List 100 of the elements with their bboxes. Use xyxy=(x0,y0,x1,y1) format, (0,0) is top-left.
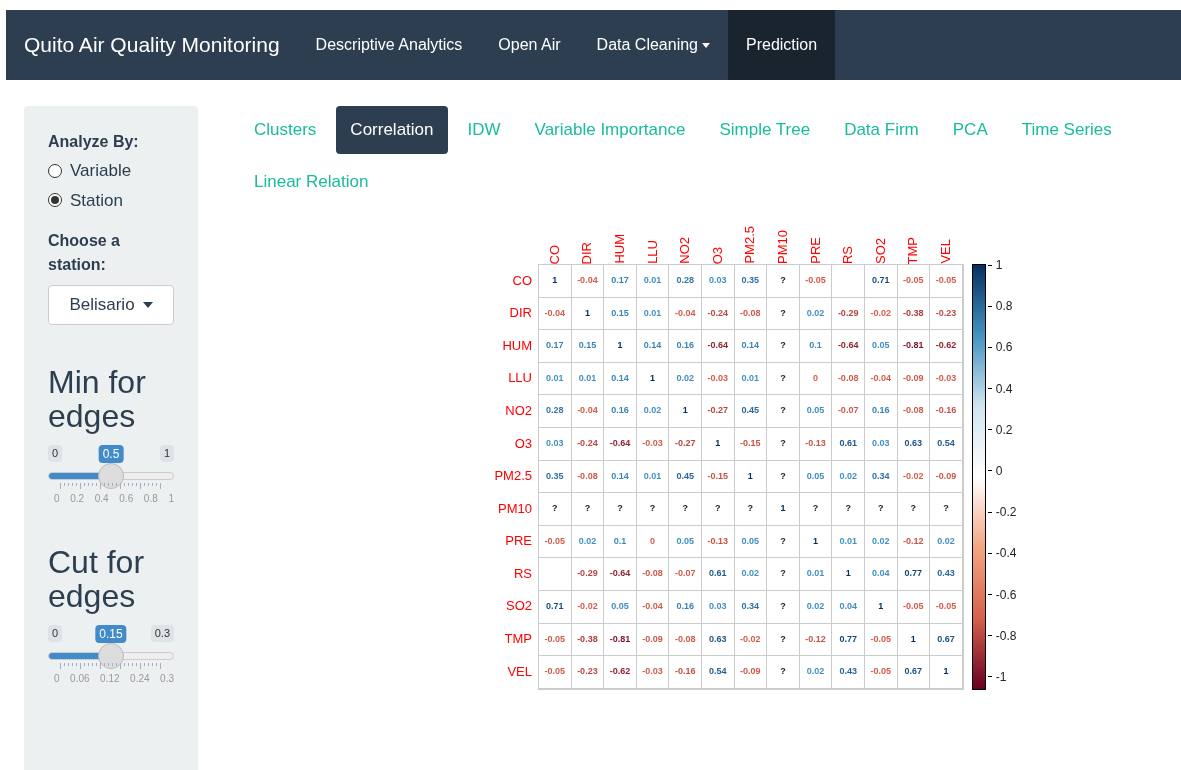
matrix-cell: ? xyxy=(734,493,768,526)
column-label: TMP xyxy=(906,236,920,264)
nav-item[interactable]: Data Cleaning xyxy=(578,10,728,80)
matrix-cell: -0.05 xyxy=(930,265,963,298)
matrix-cell: -0.24 xyxy=(571,427,605,461)
matrix-cell: ? xyxy=(864,493,898,526)
matrix-cell: -0.04 xyxy=(571,265,605,298)
matrix-cell: 1 xyxy=(701,427,735,461)
radio-option[interactable]: Station xyxy=(48,187,174,213)
matrix-cell: ? xyxy=(767,297,800,331)
matrix-cell: -0.05 xyxy=(864,623,898,657)
matrix-cell: 0.77 xyxy=(832,623,865,657)
matrix-cell: -0.81 xyxy=(604,623,637,657)
matrix-cell: -0.05 xyxy=(930,590,963,624)
tick-label: 1 xyxy=(168,492,174,506)
matrix-cell: -0.05 xyxy=(539,656,572,689)
tick-label: 0.2 xyxy=(70,492,85,506)
matrix-cell: -0.07 xyxy=(832,395,865,428)
matrix-cell: 0.15 xyxy=(604,297,637,331)
matrix-cell: -0.15 xyxy=(734,427,768,461)
matrix-cell: 0.02 xyxy=(636,395,670,428)
row-label: LLU xyxy=(508,369,532,388)
slider-max: 1 xyxy=(159,445,174,462)
tick-label: 0.06 xyxy=(70,672,90,686)
matrix-cell: 1 xyxy=(571,297,605,331)
matrix-cell: -0.12 xyxy=(799,623,833,657)
tick-label: 0 xyxy=(54,672,60,686)
matrix-cell: -0.64 xyxy=(832,330,865,363)
matrix-cell: -0.02 xyxy=(734,623,768,657)
matrix-cell: 0.67 xyxy=(930,623,963,657)
slider-value: 0.15 xyxy=(95,625,127,643)
matrix-cell: 0.02 xyxy=(930,525,963,559)
matrix-cell: -0.16 xyxy=(930,395,963,428)
matrix-cell: ? xyxy=(767,265,800,298)
matrix-cell: -0.03 xyxy=(636,656,670,689)
matrix-cell: -0.02 xyxy=(571,590,605,624)
matrix-cell: 0.01 xyxy=(799,558,833,591)
row-label: SO2 xyxy=(506,597,532,616)
nav-item[interactable]: Descriptive Analytics xyxy=(297,10,481,80)
matrix-cell: 0.45 xyxy=(669,460,702,494)
matrix-cell: 0.34 xyxy=(734,590,768,624)
row-label: O3 xyxy=(514,434,532,453)
slider-thumb[interactable] xyxy=(98,643,124,669)
column-label: SO2 xyxy=(873,238,887,264)
matrix-cell: 0.14 xyxy=(604,460,637,494)
tick-label: 0.12 xyxy=(100,672,120,686)
matrix-cell: -0.04 xyxy=(864,362,898,396)
matrix-cell: ? xyxy=(604,493,637,526)
radio-button[interactable] xyxy=(48,163,62,178)
tab[interactable]: Correlation xyxy=(336,106,448,154)
column-label: HUM xyxy=(613,234,626,264)
matrix-cell: -0.05 xyxy=(799,265,833,298)
matrix-cell: 0.71 xyxy=(864,265,898,298)
matrix-cell: 0.01 xyxy=(832,525,865,559)
radio-button[interactable] xyxy=(48,193,62,208)
matrix-cell: 0.16 xyxy=(669,590,702,624)
column-label: PM2.5 xyxy=(743,226,757,264)
matrix-cell: -0.38 xyxy=(897,297,931,331)
matrix-cell: 0.14 xyxy=(604,362,637,396)
matrix-cell: 0.02 xyxy=(832,460,865,494)
matrix-cell: 1 xyxy=(669,395,702,428)
scale-label: 1 xyxy=(995,257,1003,274)
tick-label: 0.6 xyxy=(119,492,134,506)
slider-thumb[interactable] xyxy=(98,463,124,489)
matrix-cell: -0.04 xyxy=(669,297,702,331)
matrix-cell: ? xyxy=(799,493,833,526)
slider-title: Cut for edges xyxy=(48,545,146,613)
matrix-cell: 0.54 xyxy=(930,427,963,461)
matrix-cell: 0.05 xyxy=(799,395,833,428)
matrix-cell: ? xyxy=(767,623,800,657)
matrix-cell: ? xyxy=(636,493,670,526)
matrix-cell: -0.05 xyxy=(539,623,572,657)
nav-item[interactable]: Open Air xyxy=(480,10,579,80)
scale-label: 0 xyxy=(995,462,1003,480)
station-dropdown[interactable]: Belisario xyxy=(48,285,174,325)
matrix-cell: 0.03 xyxy=(539,427,572,461)
matrix-cell: 0.03 xyxy=(864,427,898,461)
matrix-cell: -0.27 xyxy=(701,395,735,428)
row-label: CO xyxy=(512,271,532,290)
brand[interactable]: Quito Air Quality Monitoring xyxy=(6,29,298,61)
matrix-cell: 0 xyxy=(636,525,670,559)
nav-item[interactable]: Prediction xyxy=(728,10,836,80)
scale-label: 0.4 xyxy=(995,380,1013,398)
column-label: PRE xyxy=(808,237,822,264)
matrix-cell: -0.07 xyxy=(669,558,702,591)
matrix-cell: -0.27 xyxy=(669,427,702,461)
matrix-cell: 1 xyxy=(539,265,572,298)
column-label: RS xyxy=(841,245,855,264)
radio-option[interactable]: Variable xyxy=(48,158,174,184)
slider-min: 0 xyxy=(48,445,63,462)
matrix-cell: 0.05 xyxy=(604,590,637,624)
matrix-cell: 0.61 xyxy=(832,427,865,461)
scale-label: 0.8 xyxy=(995,298,1013,316)
slider-max: 0.3 xyxy=(150,625,174,642)
matrix-cell: 0.17 xyxy=(604,265,637,298)
scale-label: -1 xyxy=(995,668,1007,686)
matrix-cell: -0.62 xyxy=(604,656,637,689)
matrix-cell: 0.05 xyxy=(734,525,768,559)
matrix-cell: 0.04 xyxy=(864,558,898,591)
matrix-cell: 0.1 xyxy=(604,525,637,559)
